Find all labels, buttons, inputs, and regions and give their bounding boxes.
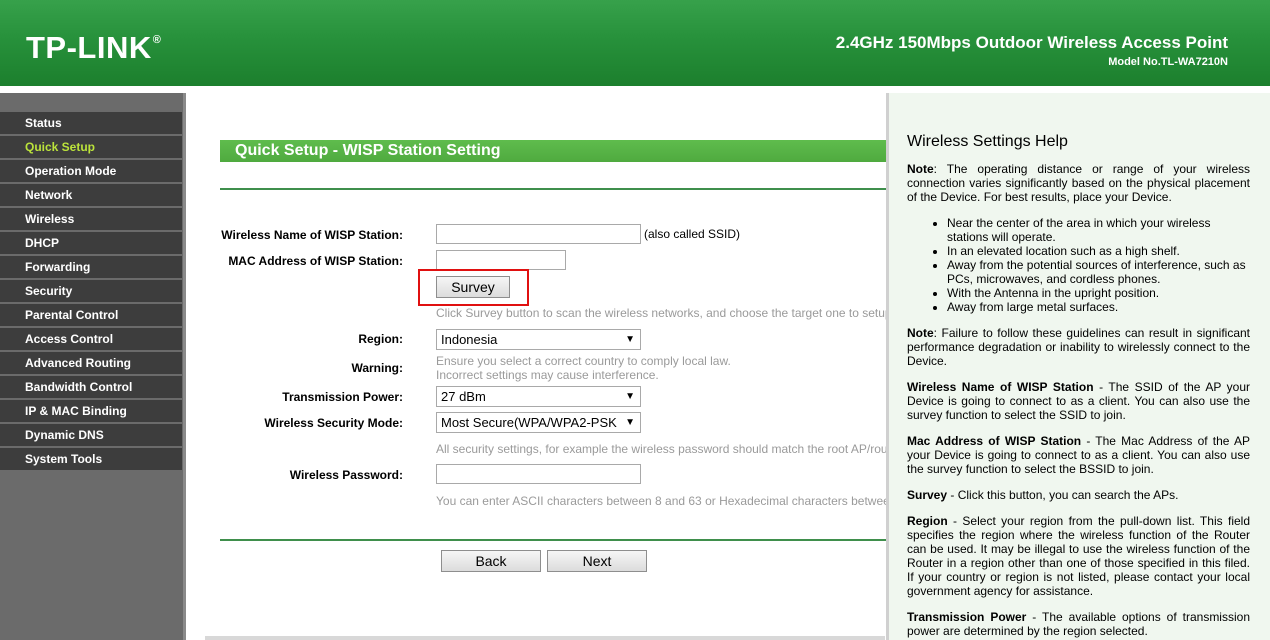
main-content: Quick Setup - WISP Station Setting Wirel… [189, 93, 886, 640]
survey-hint: Click Survey button to scan the wireless… [436, 306, 886, 320]
list-item: Away from large metal surfaces. [947, 300, 1250, 314]
help-panel: Wireless Settings Help Note: The operati… [886, 93, 1270, 640]
sidebar-item-dhcp[interactable]: DHCP [0, 232, 182, 254]
dropdown-arrow-icon: ▼ [625, 417, 635, 428]
security-mode-select[interactable]: Most Secure(WPA/WPA2-PSK ▼ [436, 412, 641, 433]
registered-mark: ® [152, 34, 162, 46]
help-note-2: Note: Failure to follow these guidelines… [907, 326, 1250, 368]
help-note-1: Note: The operating distance or range of… [907, 162, 1250, 204]
password-hint: You can enter ASCII characters between 8… [436, 494, 886, 508]
sidebar-item-system-tools[interactable]: System Tools [0, 448, 182, 470]
help-region: Region - Select your region from the pul… [907, 514, 1250, 598]
help-ssid-label: Wireless Name of WISP Station [907, 380, 1094, 394]
help-note-1-text: : The operating distance or range of you… [907, 162, 1250, 204]
help-mac: Mac Address of WISP Station - The Mac Ad… [907, 434, 1250, 476]
security-mode-value: Most Secure(WPA/WPA2-PSK [441, 415, 617, 430]
ssid-input[interactable] [436, 224, 641, 244]
help-power: Transmission Power - The available optio… [907, 610, 1250, 638]
tp-link-logo: TP-LINK® [26, 30, 161, 66]
help-region-label: Region [907, 514, 948, 528]
top-divider [220, 188, 886, 190]
sidebar-item-access-control[interactable]: Access Control [0, 328, 182, 350]
dropdown-arrow-icon: ▼ [625, 334, 635, 345]
power-value: 27 dBm [441, 389, 486, 404]
help-note-1-label: Note [907, 162, 934, 176]
product-name: 2.4GHz 150Mbps Outdoor Wireless Access P… [835, 33, 1228, 52]
model-number: Model No.TL-WA7210N [1108, 56, 1228, 68]
help-mac-label: Mac Address of WISP Station [907, 434, 1082, 448]
help-survey-label: Survey [907, 488, 948, 502]
sidebar-item-quick-setup[interactable]: Quick Setup [0, 136, 182, 158]
region-label: Region: [358, 332, 403, 346]
ssid-label: Wireless Name of WISP Station: [221, 228, 403, 242]
list-item: With the Antenna in the upright position… [947, 286, 1250, 300]
help-power-label: Transmission Power [907, 610, 1027, 624]
ssid-note: (also called SSID) [644, 227, 741, 241]
warning-line-2: Incorrect settings may cause interferenc… [436, 368, 659, 382]
power-label: Transmission Power: [282, 390, 403, 404]
sidebar-item-bandwidth-control[interactable]: Bandwidth Control [0, 376, 182, 398]
sidebar-item-ip-mac-binding[interactable]: IP & MAC Binding [0, 400, 182, 422]
back-button[interactable]: Back [441, 550, 541, 572]
warning-line-1: Ensure you select a correct country to c… [436, 354, 731, 368]
sidebar-item-operation-mode[interactable]: Operation Mode [0, 160, 182, 182]
power-select[interactable]: 27 dBm ▼ [436, 386, 641, 407]
dropdown-arrow-icon: ▼ [625, 391, 635, 402]
sidebar-item-forwarding[interactable]: Forwarding [0, 256, 182, 278]
region-value: Indonesia [441, 332, 498, 347]
password-label: Wireless Password: [289, 468, 403, 482]
sidebar-item-security[interactable]: Security [0, 280, 182, 302]
sidebar-item-network[interactable]: Network [0, 184, 182, 206]
logo-text: TP-LINK [26, 30, 152, 65]
sidebar-item-advanced-routing[interactable]: Advanced Routing [0, 352, 182, 374]
password-input[interactable] [436, 464, 641, 484]
region-select[interactable]: Indonesia ▼ [436, 329, 641, 350]
help-placement-list: Near the center of the area in which you… [947, 216, 1250, 314]
mac-input[interactable] [436, 250, 566, 270]
help-title: Wireless Settings Help [907, 133, 1068, 150]
help-region-text: - Select your region from the pull-down … [907, 514, 1250, 598]
next-button[interactable]: Next [547, 550, 647, 572]
help-note-2-label: Note [907, 326, 934, 340]
sidebar-item-status[interactable]: Status [0, 112, 182, 134]
mac-label: MAC Address of WISP Station: [228, 254, 403, 268]
horizontal-scrollbar[interactable] [205, 636, 885, 640]
page-title: Quick Setup - WISP Station Setting [220, 140, 886, 162]
help-note-2-text: : Failure to follow these guidelines can… [907, 326, 1250, 368]
help-ssid: Wireless Name of WISP Station - The SSID… [907, 380, 1250, 422]
sidebar-item-parental-control[interactable]: Parental Control [0, 304, 182, 326]
warning-label: Warning: [351, 361, 403, 375]
sidebar-menu: Status Quick Setup Operation Mode Networ… [0, 93, 186, 640]
bottom-divider [220, 539, 886, 541]
list-item: In an elevated location such as a high s… [947, 244, 1250, 258]
header-banner: TP-LINK® 2.4GHz 150Mbps Outdoor Wireless… [0, 0, 1270, 86]
sidebar-item-wireless[interactable]: Wireless [0, 208, 182, 230]
help-survey: Survey - Click this button, you can sear… [907, 488, 1250, 502]
survey-button[interactable]: Survey [436, 276, 510, 298]
security-hint: All security settings, for example the w… [436, 442, 886, 456]
list-item: Away from the potential sources of inter… [947, 258, 1250, 286]
header-divider [0, 86, 1270, 93]
security-mode-label: Wireless Security Mode: [264, 416, 403, 430]
help-survey-text: - Click this button, you can search the … [947, 488, 1179, 502]
list-item: Near the center of the area in which you… [947, 216, 1250, 244]
sidebar-item-dynamic-dns[interactable]: Dynamic DNS [0, 424, 182, 446]
